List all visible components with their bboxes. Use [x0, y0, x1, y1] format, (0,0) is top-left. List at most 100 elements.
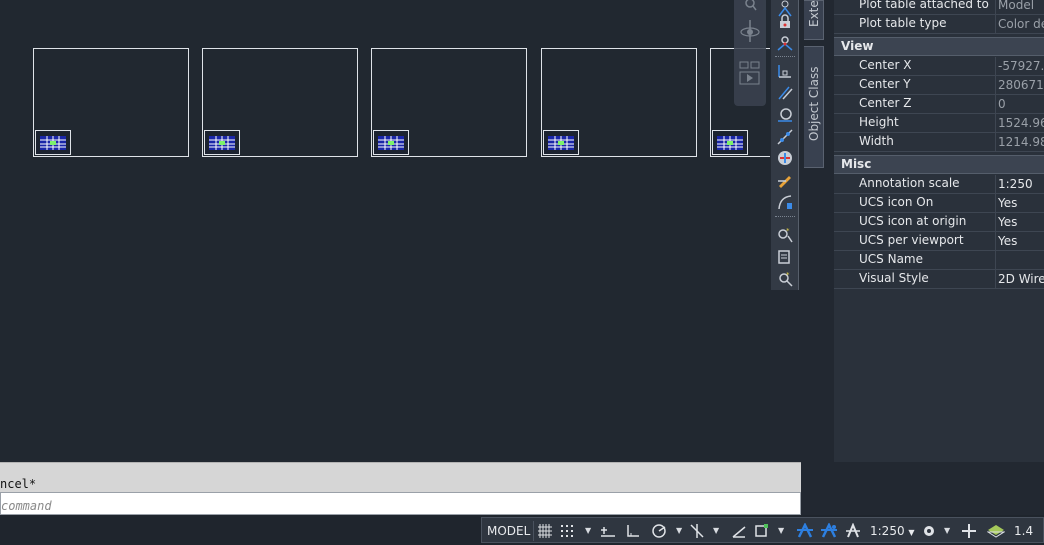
annotation-visibility-button[interactable] — [795, 521, 813, 541]
parallel-constraint-icon[interactable] — [776, 84, 794, 102]
property-row[interactable]: Width 1214.980 — [834, 133, 1044, 152]
auto-scale-button[interactable] — [819, 521, 837, 541]
plus-icon — [962, 524, 976, 538]
property-row[interactable]: Center X -57927.0 — [834, 57, 1044, 76]
ortho-mode-button[interactable] — [624, 521, 642, 541]
drawing-canvas[interactable] — [0, 0, 770, 462]
workspace-switching-button[interactable] — [920, 521, 938, 541]
property-label: Width — [859, 134, 894, 148]
tangent-constraint-icon[interactable] — [776, 106, 794, 124]
property-value[interactable]: 1524.960 — [995, 114, 1044, 133]
isodraft-icon — [690, 524, 704, 538]
annotation-scale-value: 1:250 — [870, 524, 905, 538]
symmetric-constraint-icon[interactable] — [776, 149, 794, 167]
snap-mode-button[interactable] — [558, 521, 576, 541]
property-label: Height — [859, 115, 899, 129]
grid-thumbnail-icon — [40, 136, 66, 150]
property-value[interactable]: 2D Wiref — [995, 270, 1044, 289]
layers-icon — [987, 525, 1005, 538]
property-value[interactable]: -57927.0 — [995, 57, 1044, 76]
dimension-tool-icon[interactable] — [776, 193, 794, 211]
chevron-down-icon[interactable]: ▼ — [713, 521, 721, 541]
object-snap-icon — [755, 524, 768, 537]
annotation-scale-icon-button[interactable] — [844, 521, 862, 541]
tool-palette[interactable]: * * — [771, 0, 799, 290]
edit-tool-icon[interactable] — [776, 171, 794, 189]
property-row[interactable]: Visual Style 2D Wiref — [834, 270, 1044, 289]
property-row[interactable]: Plot table type Color dep — [834, 15, 1044, 34]
tab-label: Object Class — [807, 66, 821, 141]
property-row[interactable]: UCS icon On Yes — [834, 194, 1044, 213]
svg-text:*: * — [786, 227, 790, 235]
property-row[interactable]: UCS per viewport Yes — [834, 232, 1044, 251]
property-row[interactable]: Center Y 2806719 — [834, 76, 1044, 95]
property-value[interactable]: Yes — [995, 232, 1044, 251]
point-constraint-icon[interactable] — [776, 34, 794, 52]
lineweight-value[interactable]: 1.4 — [1014, 521, 1033, 541]
property-row[interactable]: Plot table attached to Model — [834, 0, 1044, 15]
property-label: Center Y — [859, 77, 911, 91]
grid-thumbnail-icon — [209, 136, 235, 150]
isometric-drafting-button[interactable] — [688, 521, 706, 541]
auto-constrain-icon[interactable]: * — [776, 226, 794, 244]
property-row[interactable]: Annotation scale 1:250 — [834, 175, 1044, 194]
annotation-scale-dropdown[interactable]: 1:250 ▼ — [870, 521, 915, 541]
property-value[interactable]: Yes — [995, 194, 1044, 213]
collinear-constraint-icon[interactable] — [776, 128, 794, 146]
tab-extended-data[interactable]: Exte — [804, 0, 824, 40]
snap-grid-icon — [561, 525, 573, 537]
property-label: Plot table type — [859, 16, 947, 30]
annotation-visibility-icon — [797, 523, 813, 538]
chevron-down-icon[interactable]: ▼ — [944, 521, 952, 541]
property-value[interactable]: 1:250 — [995, 175, 1044, 194]
lineweight-button[interactable] — [986, 521, 1005, 541]
navigation-bar[interactable] — [734, 0, 766, 106]
zoom-icon[interactable] — [738, 0, 762, 12]
gear-icon — [924, 526, 934, 536]
annotation-scale-icon — [846, 523, 860, 538]
command-input[interactable] — [0, 492, 801, 515]
object-snap-tracking-button[interactable] — [730, 521, 748, 541]
ortho-icon — [627, 525, 639, 537]
viewport-thumbnail — [543, 130, 579, 155]
infer-constraints-button[interactable] — [598, 521, 616, 541]
customize-button[interactable] — [960, 521, 978, 541]
status-bar-controls: MODEL ▼ ▼ ▼ ▼ 1:250 ▼ ▼ 1.4 — [481, 517, 1044, 543]
auto-scale-icon — [821, 523, 837, 538]
model-space-toggle[interactable]: MODEL — [484, 521, 535, 541]
property-value[interactable]: Yes — [995, 213, 1044, 232]
delete-constraints-icon[interactable]: * — [776, 270, 794, 288]
grid-thumbnail-icon — [717, 136, 743, 150]
orbit-icon[interactable] — [738, 16, 762, 46]
layout-frame[interactable] — [202, 48, 358, 157]
property-row[interactable]: Height 1524.960 — [834, 114, 1044, 133]
chevron-down-icon[interactable]: ▼ — [676, 521, 684, 541]
property-value[interactable]: 0 — [995, 95, 1044, 114]
chevron-down-icon[interactable]: ▼ — [778, 521, 786, 541]
section-header-misc[interactable]: Misc — [834, 155, 1044, 174]
properties-panel: Plot table attached to Model Plot table … — [834, 0, 1044, 462]
property-value[interactable]: 1214.980 — [995, 133, 1044, 152]
lock-constraint-icon[interactable] — [776, 13, 794, 31]
show-constraints-icon[interactable] — [776, 248, 794, 266]
layout-frame[interactable] — [33, 48, 189, 157]
layout-frame[interactable] — [541, 48, 697, 157]
property-row[interactable]: Center Z 0 — [834, 95, 1044, 114]
property-value[interactable]: 2806719 — [995, 76, 1044, 95]
chevron-down-icon[interactable]: ▼ — [585, 521, 593, 541]
model-label: MODEL — [487, 524, 531, 538]
layout-frame[interactable] — [371, 48, 527, 157]
section-header-view[interactable]: View — [834, 37, 1044, 56]
property-value[interactable] — [995, 251, 1044, 270]
property-row[interactable]: UCS Name — [834, 251, 1044, 270]
object-snap-button[interactable] — [752, 521, 770, 541]
grid-display-button[interactable] — [536, 521, 554, 541]
property-label: UCS icon On — [859, 195, 934, 209]
polar-tracking-button[interactable] — [650, 521, 668, 541]
showmotion-icon[interactable] — [738, 60, 762, 90]
property-row[interactable]: UCS icon at origin Yes — [834, 213, 1044, 232]
perpendicular-constraint-icon[interactable] — [776, 62, 794, 80]
tab-object-class[interactable]: Object Class — [804, 46, 824, 168]
viewport-thumbnail — [712, 130, 748, 155]
object-snap-tracking-icon — [732, 526, 746, 538]
